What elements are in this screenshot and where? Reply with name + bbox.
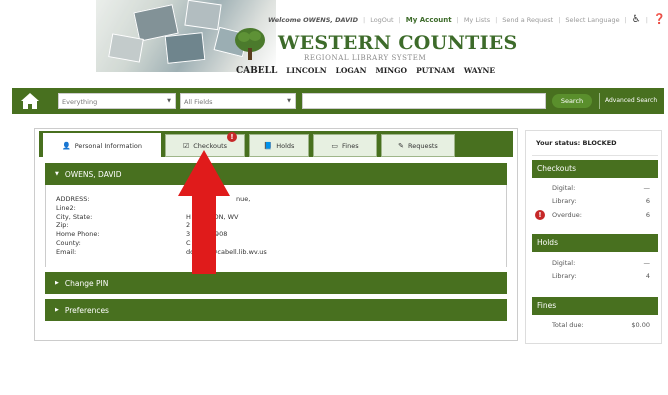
tab-label: Personal Information [74, 142, 143, 150]
account-summary-sidebar: Your status: BLOCKED Checkouts Digital: … [525, 130, 662, 344]
county-name: WAYNE [463, 66, 496, 75]
personal-information-content: ▼ OWENS, DAVID ADDRESS: Line2: City, Sta… [45, 163, 507, 321]
holds-digital-row: Digital: — [552, 259, 650, 267]
search-field-value: All Fields [184, 98, 213, 106]
email-label: Email: [56, 247, 77, 256]
search-scope-value: Everything [62, 98, 98, 106]
holds-library-label: Library: [552, 272, 577, 280]
checkouts-alert-icon: ! [227, 132, 237, 142]
accessibility-icon[interactable]: ♿ [632, 14, 641, 25]
checkouts-digital-value: — [643, 184, 651, 192]
preferences-section[interactable]: ▶ Preferences [45, 299, 507, 321]
chevron-down-icon: ▼ [167, 98, 171, 104]
divider [599, 93, 600, 109]
chevron-down-icon: ▼ [55, 171, 59, 177]
profile-details: ADDRESS: Line2: City, State: Zip: Home P… [45, 185, 507, 267]
top-links-bar: Welcome OWENS, DAVID | LogOut | My Accou… [268, 14, 666, 25]
fines-total-row: Total due: $0.00 [552, 321, 650, 329]
search-bar: Everything ▼ All Fields ▼ Search Advance… [12, 88, 664, 114]
profile-header[interactable]: ▼ OWENS, DAVID [45, 163, 507, 185]
red-arrow-annotation-icon [178, 150, 230, 274]
county-list: CABELL LINCOLN LOGAN MINGO PUTNAM WAYNE [236, 66, 495, 76]
change-pin-section[interactable]: ▶ Change PIN [45, 272, 507, 294]
book-icon: 📘 [263, 141, 273, 150]
county-name: LINCOLN [286, 66, 327, 75]
fines-summary-header[interactable]: Fines [532, 297, 658, 315]
tab-label: Requests [408, 141, 438, 150]
my-lists-link[interactable]: My Lists [464, 16, 490, 24]
city-state-label: City, State: [56, 212, 93, 221]
welcome-text: Welcome OWENS, DAVID [268, 15, 358, 24]
zip-label: Zip: [56, 221, 69, 230]
checkouts-summary-header[interactable]: Checkouts [532, 160, 658, 178]
county-name: LOGAN [335, 66, 367, 75]
help-icon[interactable]: ❓ [653, 14, 665, 25]
account-tab-bar: 👤 Personal Information ☑ Checkouts 📘 Hol… [39, 131, 513, 159]
county-name: PUTNAM [416, 66, 455, 75]
account-panel: 👤 Personal Information ☑ Checkouts 📘 Hol… [34, 128, 518, 341]
tab-label: Fines [342, 141, 359, 150]
holds-summary-header[interactable]: Holds [532, 234, 658, 252]
account-status: Your status: BLOCKED [536, 139, 617, 147]
preferences-label: Preferences [64, 305, 109, 315]
search-input[interactable] [302, 93, 546, 109]
my-account-link[interactable]: My Account [406, 16, 452, 24]
holds-digital-label: Digital: [552, 259, 576, 267]
checkouts-library-value: 6 [645, 197, 650, 205]
user-icon: 👤 [61, 142, 71, 150]
checkouts-overdue-row[interactable]: Overdue: 6 [552, 211, 650, 219]
advanced-search-link[interactable]: Advanced Search [605, 97, 657, 104]
search-field-select[interactable]: All Fields ▼ [180, 93, 296, 109]
county-label: County: [56, 238, 81, 247]
library-logo-title[interactable]: WESTERN COUNTIES [278, 32, 518, 54]
select-language-link[interactable]: Select Language [565, 16, 619, 24]
home-phone-label: Home Phone: [56, 230, 100, 239]
change-pin-label: Change PIN [64, 278, 109, 288]
holds-library-value: 4 [645, 272, 650, 280]
checkouts-library-row: Library: 6 [552, 197, 650, 205]
overdue-alert-icon: ! [535, 210, 545, 220]
tab-holds[interactable]: 📘 Holds [249, 134, 309, 157]
site-header: WESTERN COUNTIES REGIONAL LIBRARY SYSTEM… [0, 0, 668, 86]
profile-name: OWENS, DAVID [64, 169, 122, 179]
send-request-link[interactable]: Send a Request [502, 16, 553, 24]
profile-labels: ADDRESS: Line2: City, State: Zip: Home P… [56, 195, 100, 257]
fines-total-label: Total due: [552, 321, 584, 329]
line2-label: Line2: [56, 203, 76, 212]
checkouts-digital-label: Digital: [552, 184, 576, 192]
search-button[interactable]: Search [552, 94, 592, 108]
chevron-right-icon: ▶ [55, 307, 59, 313]
holds-library-row: Library: 4 [552, 272, 650, 280]
county-name: CABELL [236, 66, 278, 76]
county-name: MINGO [375, 66, 408, 75]
chevron-right-icon: ▶ [55, 280, 59, 286]
search-scope-select[interactable]: Everything ▼ [58, 93, 176, 109]
tab-requests[interactable]: ✎ Requests [381, 134, 455, 157]
divider [532, 155, 658, 156]
home-icon[interactable] [20, 92, 40, 110]
checkbox-icon: ☑ [182, 141, 190, 150]
edit-icon: ✎ [398, 141, 405, 150]
address-label: ADDRESS: [56, 195, 90, 203]
fines-total-value: $0.00 [631, 321, 650, 329]
checkouts-overdue-value: 6 [645, 211, 650, 219]
tab-label: Holds [276, 141, 295, 150]
chevron-down-icon: ▼ [287, 98, 291, 104]
tab-label: Checkouts [193, 141, 228, 150]
tree-logo-icon [235, 28, 265, 60]
checkouts-digital-row: Digital: — [552, 184, 650, 192]
tab-fines[interactable]: ▭ Fines [313, 134, 377, 157]
library-logo-subtitle: REGIONAL LIBRARY SYSTEM [304, 54, 427, 62]
money-icon: ▭ [331, 141, 339, 150]
checkouts-library-label: Library: [552, 197, 577, 205]
tab-personal-information[interactable]: 👤 Personal Information [43, 133, 161, 159]
checkouts-overdue-label: Overdue: [552, 211, 582, 219]
logout-link[interactable]: LogOut [370, 16, 393, 24]
holds-digital-value: — [643, 259, 651, 267]
